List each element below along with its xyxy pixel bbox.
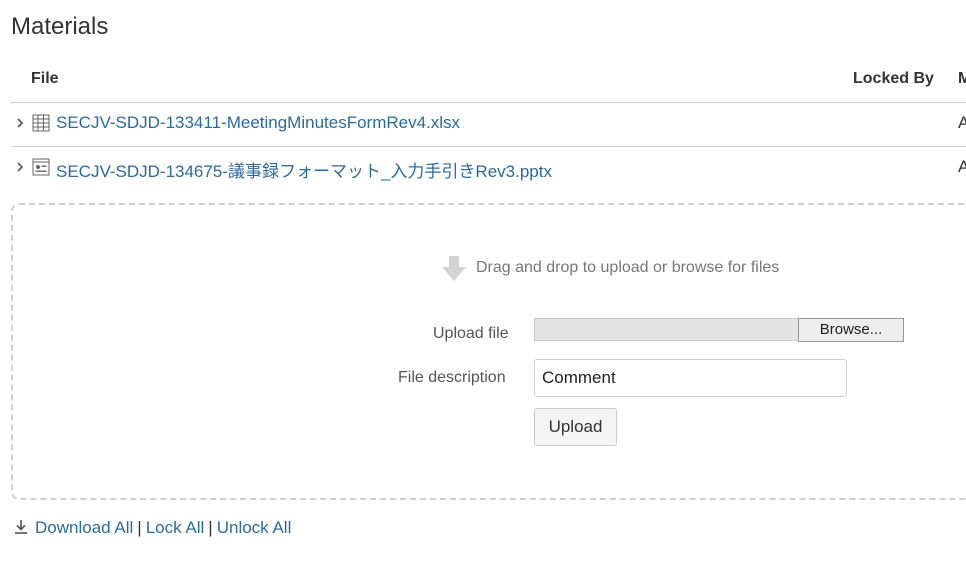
upload-button[interactable]: Upload <box>534 408 617 446</box>
truncated-cell: A <box>958 157 966 176</box>
truncated-cell: A <box>958 113 966 132</box>
download-icon <box>15 520 27 534</box>
unlock-all-link[interactable]: Unlock All <box>217 518 292 537</box>
browse-button[interactable]: Browse... <box>798 318 904 342</box>
lock-all-link[interactable]: Lock All <box>146 518 205 537</box>
file-description-input[interactable] <box>534 359 847 397</box>
separator: | <box>208 518 213 537</box>
drop-zone[interactable] <box>11 203 966 500</box>
drop-hint: Drag and drop to upload or browse for fi… <box>476 259 780 276</box>
bulk-actions: Download All | Lock All | Unlock All <box>13 518 291 538</box>
file-description-label: File description <box>398 369 506 386</box>
presentation-icon <box>32 158 50 176</box>
drop-arrow-icon <box>442 256 466 281</box>
chevron-right-icon[interactable] <box>15 160 25 174</box>
file-link[interactable]: SECJV-SDJD-134675-議事録フォーマット_入力手引きRev3.pp… <box>56 157 552 182</box>
column-header-file[interactable]: File <box>31 70 59 88</box>
upload-file-label: Upload file <box>433 325 509 342</box>
section-title: Materials <box>11 13 109 40</box>
download-all-link[interactable]: Download All <box>35 518 133 537</box>
file-link[interactable]: SECJV-SDJD-133411-MeetingMinutesFormRev4… <box>56 113 460 133</box>
chevron-right-icon[interactable] <box>15 116 25 130</box>
spreadsheet-icon <box>32 114 50 132</box>
column-header-locked-by[interactable]: Locked By <box>853 70 934 88</box>
separator: | <box>137 518 142 537</box>
table-row: SECJV-SDJD-133411-MeetingMinutesFormRev4… <box>11 103 966 146</box>
column-header-truncated[interactable]: M <box>958 70 966 88</box>
file-path-field[interactable] <box>534 318 799 341</box>
table-row: SECJV-SDJD-134675-議事録フォーマット_入力手引きRev3.pp… <box>11 147 966 190</box>
